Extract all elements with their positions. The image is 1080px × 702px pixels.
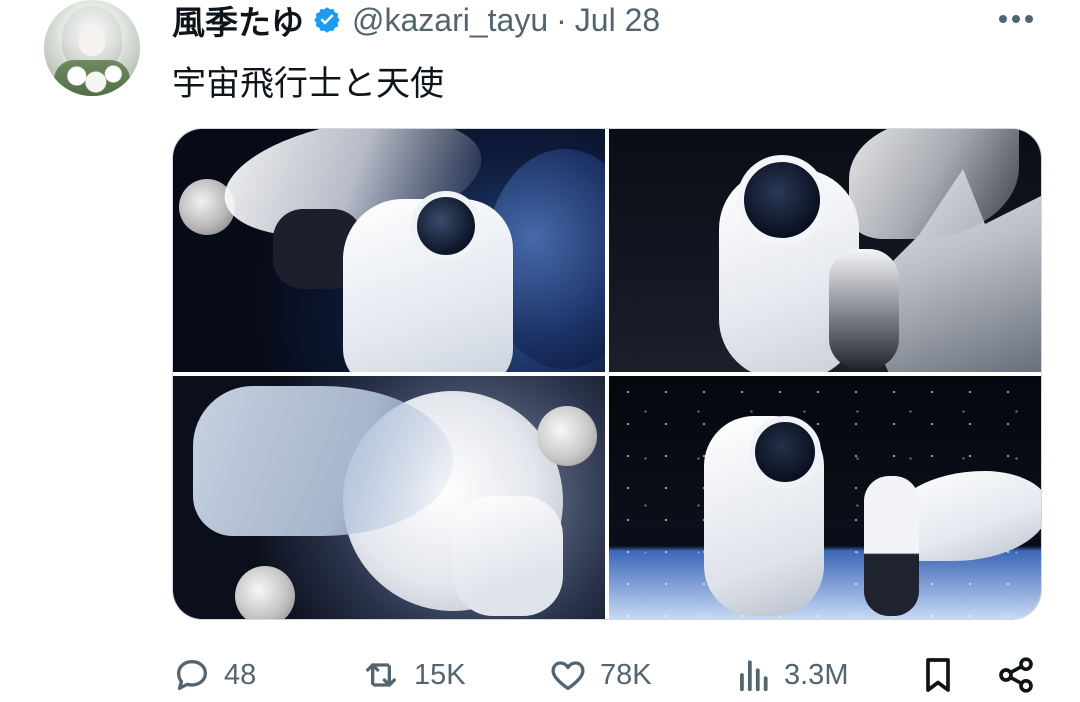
tweet-date[interactable]: Jul 28 xyxy=(575,2,660,39)
avatar-flowers xyxy=(54,60,130,96)
astronaut-suit-shape xyxy=(453,496,563,616)
media-image-2[interactable] xyxy=(609,129,1041,372)
views-chart-icon xyxy=(734,655,772,695)
tweet-header: 風季たゆ @kazari_tayu · Jul 28 xyxy=(172,0,660,42)
like-button[interactable]: 78K xyxy=(548,648,652,702)
tweet-media-grid xyxy=(172,128,1042,620)
views-button[interactable]: 3.3M xyxy=(734,648,848,702)
tweet-actions-bar: 48 15K 78K 3.3M xyxy=(172,648,1040,702)
retweet-icon xyxy=(360,655,402,695)
views-count: 3.3M xyxy=(784,658,849,691)
reply-icon xyxy=(172,655,212,695)
heart-icon xyxy=(548,655,588,695)
media-image-3[interactable] xyxy=(173,376,605,619)
reply-button[interactable]: 48 xyxy=(172,648,256,702)
angel-hair-shape xyxy=(193,386,453,536)
verified-badge-icon xyxy=(312,5,342,35)
retweet-button[interactable]: 15K xyxy=(360,648,466,702)
reply-count: 48 xyxy=(224,658,257,691)
author-avatar[interactable] xyxy=(44,0,140,96)
bookmark-icon xyxy=(918,655,958,695)
angel-figure-shape xyxy=(829,249,899,369)
like-count: 78K xyxy=(600,658,652,691)
astronaut-helmet-shape xyxy=(749,416,821,488)
astronaut-helmet-shape xyxy=(411,191,481,261)
retweet-count: 15K xyxy=(414,658,466,691)
more-dots-icon[interactable] xyxy=(996,4,1036,34)
moon-shape xyxy=(537,406,597,466)
media-image-4[interactable] xyxy=(609,376,1041,619)
share-icon xyxy=(996,655,1036,695)
moon-shape xyxy=(235,566,295,619)
bookmark-button[interactable] xyxy=(918,648,958,702)
tweet-text: 宇宙飛行士と天使 xyxy=(172,65,444,103)
header-separator: · xyxy=(556,1,567,38)
media-image-1[interactable] xyxy=(173,129,605,372)
author-handle[interactable]: @kazari_tayu xyxy=(352,2,548,39)
astronaut-helmet-shape xyxy=(737,155,827,245)
avatar-face xyxy=(78,26,106,56)
author-display-name[interactable]: 風季たゆ xyxy=(172,0,304,44)
angel-figure-shape xyxy=(864,476,919,616)
share-button[interactable] xyxy=(996,648,1036,702)
